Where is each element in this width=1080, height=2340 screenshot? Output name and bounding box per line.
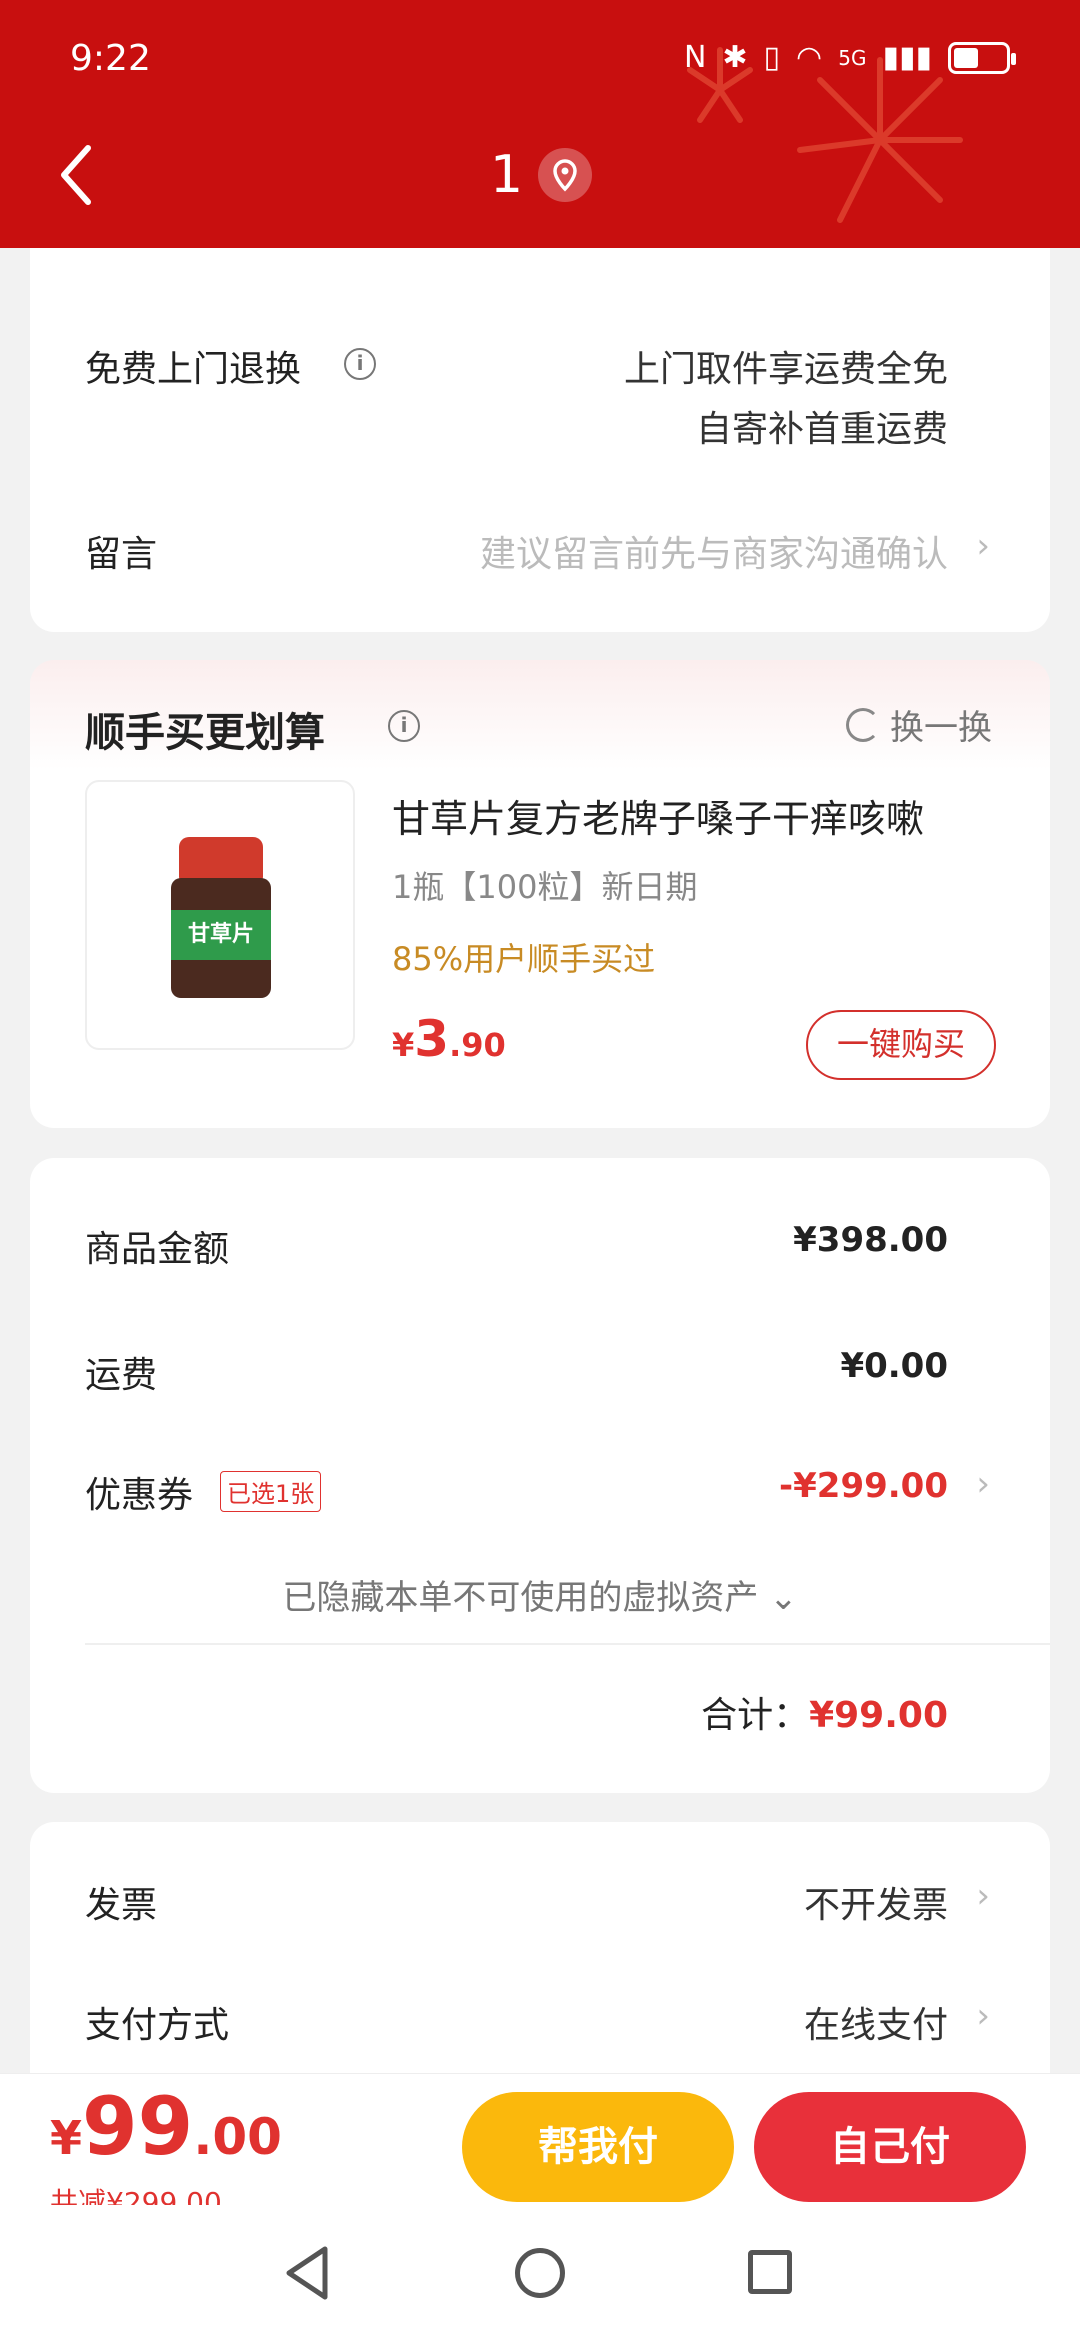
payment-value[interactable]: 在线支付	[804, 1996, 948, 2048]
header: 9:22 N ✱ ▯ ◠ 5G ▮▮▮ 1	[0, 0, 1080, 248]
bottle-cap	[179, 837, 263, 881]
hidden-assets-label: 已隐藏本单不可使用的虚拟资产	[282, 1578, 759, 1618]
goods-amount-label: 商品金额	[85, 1229, 230, 1270]
chevron-right-icon: ›	[976, 1996, 990, 2036]
payment-label: 支付方式	[85, 2005, 230, 2046]
free-return-line2: 自寄补首重运费	[695, 409, 948, 450]
message-field[interactable]: 建议留言前先与商家沟通确认	[480, 525, 948, 577]
message-label: 留言	[85, 534, 158, 575]
checkout-bar: ¥99.00 共减¥299.00 帮我付 自己付	[0, 2073, 1080, 2219]
price-int: 3	[414, 1010, 450, 1068]
product-spec: 1瓶【100粒】新日期	[392, 868, 698, 906]
product-promo: 85%用户顺手买过	[392, 940, 656, 978]
hidden-assets-toggle[interactable]: 已隐藏本单不可使用的虚拟资产 ⌄	[30, 1570, 1050, 1619]
total-label: 合计：	[701, 1695, 810, 1736]
back-arrow-icon[interactable]	[52, 140, 102, 210]
nfc-icon: N	[683, 40, 707, 75]
page-title: 1	[490, 145, 524, 205]
upsell-title: 顺手买更划算	[85, 710, 325, 756]
total: 合计：¥99.00	[701, 1686, 948, 1738]
order-price: ¥99.00	[50, 2080, 282, 2173]
swap-label: 换一换	[890, 708, 992, 748]
coupon-label: 优惠券	[85, 1475, 194, 1516]
refresh-icon	[846, 707, 880, 742]
order-price-int: 99	[82, 2080, 194, 2173]
invoice-label: 发票	[85, 1885, 158, 1926]
order-price-dec: .00	[193, 2108, 282, 2166]
chevron-right-icon: ›	[976, 1876, 990, 1916]
coupon-value[interactable]: -¥299.00	[779, 1466, 948, 1506]
network-label: 5G	[838, 45, 867, 70]
invoice-value[interactable]: 不开发票	[804, 1876, 948, 1928]
order-currency: ¥	[50, 2111, 83, 2165]
product-price: ¥3.90	[392, 1010, 506, 1068]
system-nav-bar	[0, 2205, 1080, 2340]
bottle-label: 甘草片	[171, 910, 271, 960]
status-icons: N ✱ ▯ ◠ 5G ▮▮▮	[683, 40, 1016, 75]
shipping-fee-value: ¥0.00	[840, 1346, 948, 1386]
chevron-right-icon: ›	[976, 526, 990, 566]
location-icon[interactable]	[538, 148, 592, 202]
info-icon[interactable]: i	[344, 348, 376, 380]
nav-recent-apps-icon[interactable]	[748, 2250, 792, 2294]
upsell-card: 顺手买更划算 i 换一换 甘草片 甘草片复方老牌子嗓子干痒咳嗽 1瓶【100粒】…	[30, 660, 1050, 1128]
info-icon[interactable]: i	[388, 710, 420, 742]
nav-home-icon[interactable]	[515, 2248, 565, 2298]
self-pay-button[interactable]: 自己付	[754, 2092, 1026, 2202]
product-image[interactable]: 甘草片	[85, 780, 355, 1050]
status-time: 9:22	[70, 38, 151, 79]
total-value: ¥99.00	[809, 1695, 948, 1736]
vibrate-icon: ▯	[763, 40, 781, 75]
free-return-label: 免费上门退换	[85, 349, 302, 390]
divider	[85, 1643, 1050, 1645]
product-name[interactable]: 甘草片复方老牌子嗓子干痒咳嗽	[392, 788, 924, 843]
chevron-right-icon: ›	[976, 1464, 990, 1504]
goods-amount-value: ¥398.00	[793, 1220, 948, 1260]
signal-icon: ▮▮▮	[882, 40, 932, 75]
swap-button[interactable]: 换一换	[846, 700, 992, 749]
bluetooth-icon: ✱	[722, 40, 748, 75]
nav-back-icon[interactable]	[283, 2243, 333, 2303]
price-summary-card: 商品金额 ¥398.00 运费 ¥0.00 优惠券 已选1张 -¥299.00 …	[30, 1158, 1050, 1793]
service-card: 免费上门退换 i 上门取件享运费全免 自寄补首重运费 留言 建议留言前先与商家沟…	[30, 200, 1050, 632]
help-pay-button[interactable]: 帮我付	[462, 2092, 734, 2202]
chevron-down-icon: ⌄	[769, 1578, 798, 1618]
wifi-icon: ◠	[796, 40, 823, 75]
free-return-line1: 上门取件享运费全免	[623, 349, 948, 390]
battery-icon	[948, 41, 1016, 74]
price-currency: ¥	[392, 1026, 415, 1064]
shipping-fee-label: 运费	[85, 1355, 158, 1396]
one-click-buy-button[interactable]: 一键购买	[806, 1010, 996, 1080]
price-dec: .90	[449, 1026, 506, 1064]
coupon-tag: 已选1张	[220, 1471, 322, 1512]
